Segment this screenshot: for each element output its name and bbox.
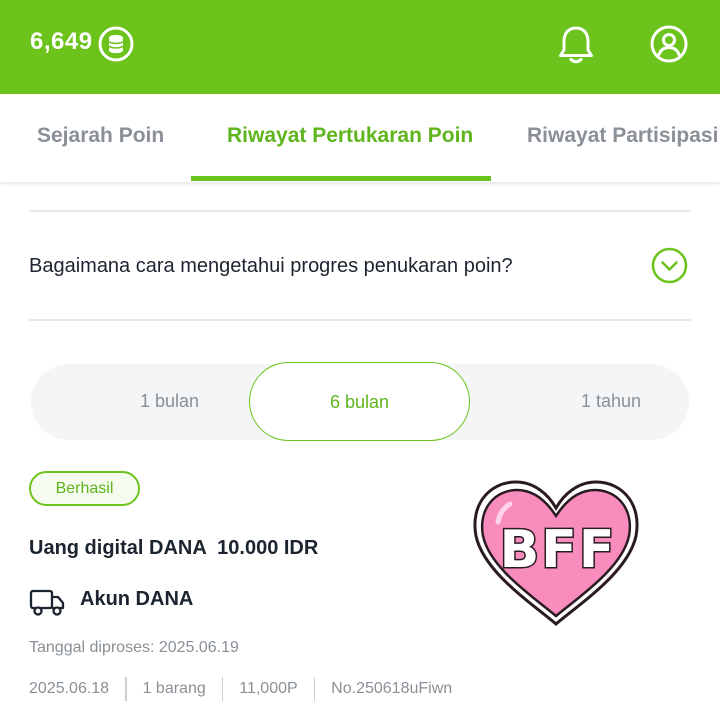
- product-name: Uang digital DANA 10.000 IDR: [29, 537, 319, 559]
- meta-separator: [221, 677, 224, 701]
- meta-separator: [313, 677, 316, 701]
- divider: [29, 319, 691, 321]
- period-option-label: 6 bulan: [329, 392, 390, 412]
- faq-question[interactable]: Bagaimana cara mengetahui progres penuka…: [29, 255, 513, 278]
- period-option-1-year[interactable]: 1 tahun: [581, 391, 641, 412]
- order-quantity: 1 barang: [142, 680, 206, 697]
- tab-participation-history[interactable]: Riwayat Partisipasi S: [527, 124, 720, 148]
- divider: [29, 210, 691, 212]
- sticker-text: BFF: [500, 520, 617, 580]
- order-meta-row: 2025.06.18 1 barang 11,000P No.250618uFi…: [29, 677, 452, 701]
- truck-icon: [29, 589, 65, 616]
- bell-icon[interactable]: [556, 24, 596, 66]
- processed-date: Tanggal diproses: 2025.06.19: [29, 639, 239, 656]
- active-tab-indicator: [191, 176, 491, 181]
- delivery-account: Akun DANA: [80, 588, 194, 610]
- bff-heart-sticker: BFF: [473, 480, 639, 626]
- meta-separator: [125, 677, 127, 701]
- history-tabs: Sejarah Poin Riwayat Pertukaran Poin Riw…: [0, 94, 720, 182]
- order-date: 2025.06.18: [29, 680, 110, 697]
- tab-point-history[interactable]: Sejarah Poin: [37, 124, 164, 148]
- points-balance: 6,649: [30, 28, 93, 55]
- order-points-cost: 11,000P: [239, 680, 298, 697]
- order-number: No.250618uFiwn: [331, 680, 453, 697]
- chevron-down-circle-icon[interactable]: [651, 247, 688, 284]
- user-circle-icon[interactable]: [650, 25, 688, 63]
- period-option-1-month[interactable]: 1 bulan: [140, 391, 199, 412]
- status-badge: Berhasil: [29, 471, 140, 506]
- status-badge-label: Berhasil: [55, 480, 114, 497]
- coin-stack-icon[interactable]: [98, 26, 134, 62]
- top-bar: 6,649: [0, 0, 720, 94]
- period-option-6-months[interactable]: 6 bulan: [249, 362, 470, 441]
- tab-point-exchange-history[interactable]: Riwayat Pertukaran Poin: [227, 124, 473, 148]
